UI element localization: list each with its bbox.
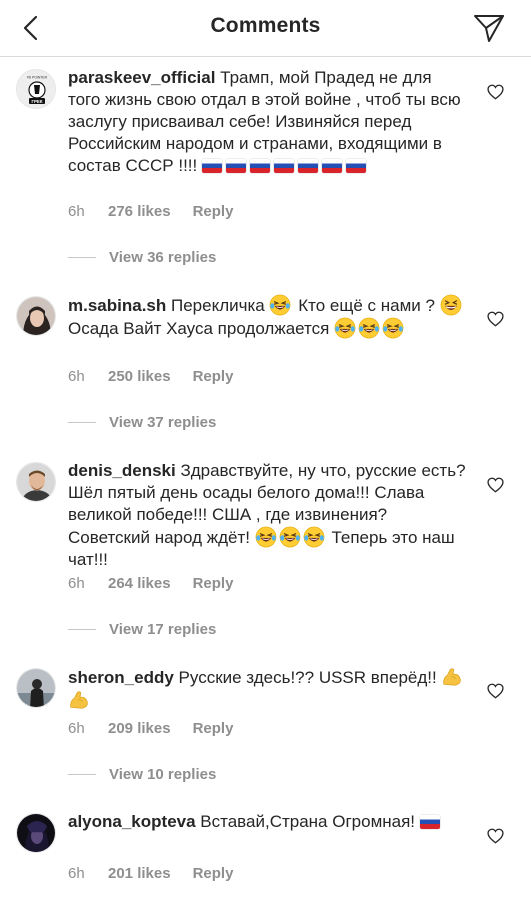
paper-plane-icon[interactable] [473, 13, 505, 43]
avatar[interactable] [16, 462, 56, 502]
comment-time: 6h [68, 720, 85, 737]
avatar[interactable] [16, 813, 56, 853]
view-replies-link[interactable]: View 10 replies [68, 766, 216, 783]
flexed-biceps-emoji [68, 689, 90, 711]
avatar[interactable]: #S POINTER ГРЕК [16, 69, 56, 109]
comment-username[interactable]: m.sabina.sh [68, 296, 166, 315]
reply-button[interactable]: Reply [193, 720, 234, 737]
comment-username[interactable]: paraskeev_official [68, 68, 215, 87]
reply-button[interactable]: Reply [193, 575, 234, 592]
comment-likes[interactable]: 209 likes [108, 720, 171, 737]
tears-of-joy-emoji [279, 526, 301, 548]
comment-meta: 6h 264 likes Reply [68, 575, 233, 592]
comment-likes[interactable]: 264 likes [108, 575, 171, 592]
avatar-image [17, 463, 55, 501]
comment-meta: 6h 250 likes Reply [68, 368, 233, 385]
replies-divider [68, 773, 96, 775]
replies-divider [68, 628, 96, 630]
russia-flag-emoji [273, 159, 294, 173]
comment-body-part: Осада Вайт Хауса продолжается [68, 319, 330, 338]
russia-flag-emoji [201, 159, 222, 173]
comment-time: 6h [68, 203, 85, 220]
comment-username[interactable]: alyona_kopteva [68, 812, 196, 831]
heart-outline-icon[interactable] [487, 311, 504, 327]
comment-text: alyona_kopteva Вставай,Страна Огромная! [68, 811, 468, 833]
comment-likes[interactable]: 250 likes [108, 368, 171, 385]
avatar-image: #S POINTER ГРЕК [17, 70, 55, 108]
comment-body-part: Кто ещё с нами ? [298, 296, 435, 315]
view-replies-link[interactable]: View 36 replies [68, 249, 216, 266]
tears-of-joy-emoji [255, 526, 277, 548]
comment-body-part: Перекличка [171, 296, 265, 315]
comment-time: 6h [68, 368, 85, 385]
russia-flag-emoji [249, 159, 270, 173]
reply-button[interactable]: Reply [193, 368, 234, 385]
comment-time: 6h [68, 865, 85, 882]
comment-text: sheron_eddy Русские здесь!?? USSR вперёд… [68, 666, 468, 712]
russia-flag-emoji [225, 159, 246, 173]
reply-button[interactable]: Reply [193, 865, 234, 882]
russia-flag-emoji [419, 815, 440, 829]
squinting-grin-emoji [440, 294, 462, 316]
view-replies-label: View 36 replies [109, 249, 217, 266]
avatar[interactable] [16, 296, 56, 336]
tears-of-joy-emoji [334, 317, 356, 339]
comment-body: Русские здесь!?? USSR вперёд!! [178, 668, 437, 687]
russia-flag-emoji [345, 159, 366, 173]
comment-text: m.sabina.sh Перекличка Кто ещё с нами ? … [68, 294, 468, 340]
comment-meta: 6h 209 likes Reply [68, 720, 233, 737]
comment-username[interactable]: sheron_eddy [68, 668, 174, 687]
comment-time: 6h [68, 575, 85, 592]
header-bar: Comments [0, 0, 531, 57]
tears-of-joy-emoji [382, 317, 404, 339]
comment-likes[interactable]: 276 likes [108, 203, 171, 220]
tears-of-joy-emoji [358, 317, 380, 339]
view-replies-link[interactable]: View 17 replies [68, 621, 216, 638]
avatar-image [17, 814, 55, 852]
comment-text: paraskeev_official Трамп, мой Прадед не … [68, 67, 468, 177]
flexed-biceps-emoji [441, 666, 463, 688]
page-title: Comments [210, 14, 321, 37]
comment-meta: 6h 201 likes Reply [68, 865, 233, 882]
comment-body: Вставай,Страна Огромная! [200, 812, 416, 831]
view-replies-label: View 10 replies [109, 766, 217, 783]
russia-flag-emoji [297, 159, 318, 173]
heart-outline-icon[interactable] [487, 84, 504, 100]
comment-text: denis_denski Здравствуйте, ну что, русск… [68, 460, 468, 571]
avatar-image [17, 297, 55, 335]
comment-username[interactable]: denis_denski [68, 461, 176, 480]
tears-of-joy-emoji [303, 526, 325, 548]
comment-likes[interactable]: 201 likes [108, 865, 171, 882]
avatar-caption: #S POINTER [27, 76, 48, 80]
heart-outline-icon[interactable] [487, 828, 504, 844]
view-replies-link[interactable]: View 37 replies [68, 414, 216, 431]
heart-outline-icon[interactable] [487, 477, 504, 493]
russia-flag-emoji [321, 159, 342, 173]
replies-divider [68, 421, 96, 423]
heart-outline-icon[interactable] [487, 683, 504, 699]
replies-divider [68, 256, 96, 258]
comment-meta: 6h 276 likes Reply [68, 203, 233, 220]
avatar-badge: ГРЕК [31, 99, 42, 104]
avatar[interactable] [16, 668, 56, 708]
reply-button[interactable]: Reply [193, 203, 234, 220]
avatar-image [17, 669, 55, 707]
tears-of-joy-emoji [269, 294, 291, 316]
view-replies-label: View 17 replies [109, 621, 217, 638]
view-replies-label: View 37 replies [109, 414, 217, 431]
